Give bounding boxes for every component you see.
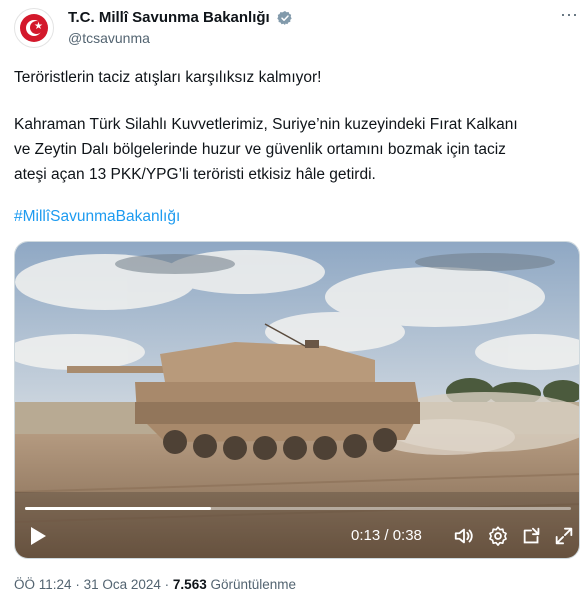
tweet-line-3: ve Zeytin Dalı bölgelerinde huzur ve güv…	[14, 141, 506, 158]
logo-star-icon: ★	[34, 21, 43, 32]
volume-icon[interactable]	[453, 525, 475, 547]
video-time: 0:13 / 0:38	[351, 527, 422, 544]
tweet-header: ★ T.C. Millî Savunma Bakanlığı @tcsavunm…	[14, 5, 580, 48]
tweet-text: Teröristlerin taciz atışları karşılıksız…	[14, 66, 580, 90]
tweet-time[interactable]: ÖÖ 11:24	[14, 577, 72, 592]
tweet-paragraph-2: Kahraman Türk Silahlı Kuvvetlerimiz, Sur…	[14, 112, 580, 187]
more-icon[interactable]: ···	[558, 5, 580, 28]
views-label: Görüntülenme	[210, 577, 297, 592]
verified-icon	[277, 11, 292, 25]
pip-icon[interactable]	[521, 525, 543, 547]
tweet-line-2: Kahraman Türk Silahlı Kuvvetlerimiz, Sur…	[14, 116, 518, 133]
video-progress-bar[interactable]	[25, 507, 571, 510]
avatar[interactable]: ★	[14, 8, 54, 48]
tweet-line-1: Teröristlerin taciz atışları karşılıksız…	[14, 69, 322, 86]
fullscreen-icon[interactable]	[553, 525, 575, 547]
video-frame	[15, 242, 579, 558]
video-controls: 0:13 / 0:38	[15, 518, 579, 554]
tweet-line-4: ateşi açan 13 PKK/YPG’li teröristi etkis…	[14, 166, 376, 183]
author-block: T.C. Millî Savunma Bakanlığı @tcsavunma	[68, 8, 293, 48]
video-player[interactable]: 0:13 / 0:38	[14, 241, 580, 559]
video-progress-fill	[25, 507, 211, 510]
display-name[interactable]: T.C. Millî Savunma Bakanlığı	[68, 8, 270, 28]
views-count: 7.563	[172, 577, 207, 592]
meta-separator: ·	[75, 577, 80, 592]
settings-icon[interactable]	[487, 525, 509, 547]
tweet-meta: ÖÖ 11:24 · 31 Oca 2024 · 7.563 Görüntüle…	[14, 576, 296, 594]
meta-separator-2: ·	[164, 577, 170, 592]
handle[interactable]: @tcsavunma	[68, 28, 293, 48]
tweet-date[interactable]: 31 Oca 2024	[84, 577, 161, 592]
play-icon[interactable]	[29, 526, 47, 546]
hashtag-link[interactable]: #MillîSavunmaBakanlığı	[14, 206, 180, 228]
